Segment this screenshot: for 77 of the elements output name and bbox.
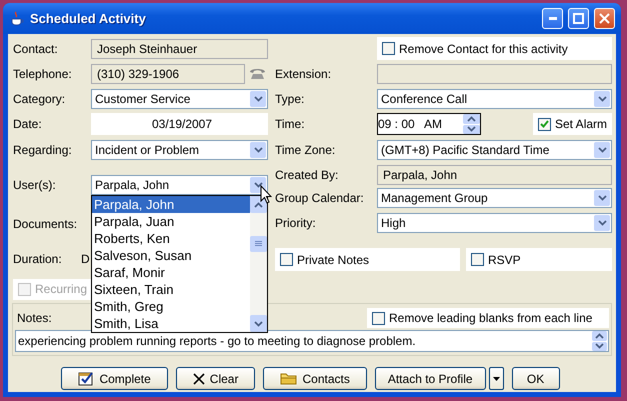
priority-dropdown[interactable]: High (377, 213, 612, 233)
time-field[interactable]: 09 : 00 AM (377, 113, 481, 135)
field-label: Documents: (13, 216, 78, 230)
chevron-down-icon (598, 96, 606, 102)
chevron-down-icon (254, 96, 262, 102)
checkbox[interactable] (471, 253, 484, 266)
field-label: Telephone: (13, 66, 73, 80)
group-calendar-dropdown[interactable]: Management Group (377, 188, 612, 208)
field-label: Duration: (13, 252, 63, 266)
category-dropdown[interactable]: Customer Service (91, 88, 268, 108)
folder-icon (280, 372, 298, 385)
contacts-button[interactable]: Contacts (263, 367, 367, 390)
scrollbar[interactable] (250, 196, 267, 332)
chevron-up-icon (254, 202, 263, 208)
telephone-field[interactable]: (310) 329-1906 (91, 64, 245, 84)
field-label: Notes: (17, 311, 52, 325)
field-label: Time Zone: (275, 143, 336, 157)
telephone-icon (249, 67, 266, 80)
field-label: User(s): (13, 178, 57, 192)
remove-blanks-checkbox[interactable]: Remove leading blanks from each line (367, 308, 609, 328)
type-dropdown[interactable]: Conference Call (377, 88, 612, 108)
close-icon (599, 13, 610, 24)
minimize-button[interactable] (542, 8, 563, 29)
date-field[interactable]: 03/19/2007 (91, 113, 268, 135)
field-label: Type: (275, 92, 306, 106)
action-button[interactable]: OK (512, 367, 560, 390)
field-label: Extension: (275, 66, 332, 80)
action-button[interactable]: Attach to Profile (374, 367, 486, 390)
regarding-dropdown[interactable]: Incident or Problem (91, 140, 268, 160)
checkmark-icon (540, 120, 549, 128)
rsvp-checkbox[interactable]: RSVP (466, 248, 612, 271)
minimize-icon (548, 17, 556, 20)
chevron-up-icon (595, 332, 604, 339)
duration-value: D (81, 252, 90, 266)
caret-icon (492, 376, 500, 380)
time-zone-dropdown[interactable]: (GMT+8) Pacific Standard Time (377, 140, 612, 160)
field-label: Category: (13, 92, 66, 106)
checked-calendar-icon (78, 371, 94, 386)
private-notes-checkbox[interactable]: Private Notes (275, 248, 460, 271)
contact-field[interactable]: Joseph Steinhauer (91, 38, 268, 58)
window-title: Scheduled Activity (30, 11, 147, 26)
field-label: Group Calendar: (275, 191, 365, 205)
checkbox[interactable] (538, 118, 551, 130)
clear-button[interactable]: Clear (176, 367, 256, 390)
maximize-icon (573, 13, 584, 24)
chevron-down-icon (598, 220, 606, 226)
chevron-up-icon (467, 116, 476, 122)
chevron-down-icon (467, 126, 476, 132)
set-alarm-checkbox[interactable]: Set Alarm (533, 113, 612, 135)
list-item[interactable]: Parpala, John (92, 196, 250, 213)
field-label: Date: (13, 117, 43, 131)
maximize-button[interactable] (568, 8, 589, 29)
close-button[interactable] (594, 8, 615, 29)
field-label: Regarding: (13, 143, 73, 157)
chevron-down-icon (598, 147, 606, 153)
chevron-down-icon (598, 195, 606, 201)
users-dropdown[interactable]: Parpala, John (91, 175, 268, 195)
field-label: Time: (275, 117, 306, 131)
coffee-cup-icon (9, 10, 25, 26)
x-icon (192, 372, 205, 384)
chevron-down-icon (254, 182, 262, 188)
checkbox[interactable] (372, 312, 385, 324)
field-label: Contact: (13, 42, 59, 56)
field-label: Created By: (275, 168, 340, 182)
created-by-field[interactable]: Parpala, John (377, 164, 612, 184)
chevron-down-icon (595, 343, 604, 350)
remove-contact-checkbox[interactable]: Remove Contact for this activity (377, 37, 612, 60)
menu-button[interactable] (488, 367, 504, 390)
complete-button[interactable]: Complete (61, 367, 168, 390)
notes-field[interactable]: experiencing problem running reports - go to meeting to diagnose problem. (15, 330, 609, 352)
field-label: Priority: (275, 216, 317, 230)
grip-icon (255, 241, 262, 247)
checkbox[interactable] (382, 42, 395, 55)
extension-field[interactable] (377, 64, 612, 84)
checkbox[interactable] (280, 253, 293, 266)
chevron-down-icon (254, 147, 262, 153)
chevron-down-icon (254, 320, 263, 326)
